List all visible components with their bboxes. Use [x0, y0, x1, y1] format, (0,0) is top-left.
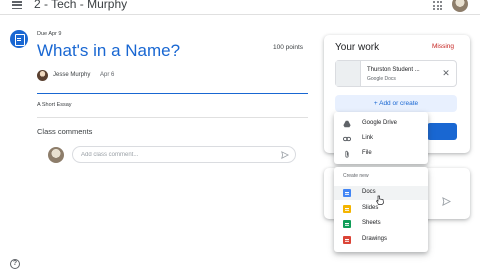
class-comment-input[interactable] — [81, 150, 271, 160]
help-icon[interactable]: ? — [10, 259, 20, 269]
posted-date: Apr 6 — [100, 72, 115, 78]
google-drive-icon — [343, 120, 351, 128]
attachment-card[interactable]: Thurston Student ... Google Docs ✕ — [335, 60, 457, 87]
sheets-icon — [343, 220, 351, 228]
create-new-menu: Create new Docs Slides Sheets Drawings — [334, 167, 428, 252]
menu-item-label: Slides — [362, 205, 379, 211]
assignment-description: A Short Essay — [37, 102, 72, 108]
assignment-points: 100 points — [273, 44, 303, 51]
hand-cursor-icon — [376, 195, 384, 205]
add-or-create-button[interactable]: + Add or create — [335, 95, 457, 112]
link-icon — [343, 136, 351, 142]
account-avatar[interactable] — [452, 0, 468, 12]
attachment-name: Thurston Student ... — [367, 67, 420, 73]
menu-item-label: File — [362, 150, 372, 156]
apps-grid-icon[interactable] — [433, 1, 442, 10]
menu-item-link[interactable]: Link — [334, 132, 428, 146]
menu-item-label: Sheets — [362, 220, 381, 226]
author-name: Jesse Murphy — [53, 72, 91, 78]
menu-item-drawings[interactable]: Drawings — [334, 233, 428, 247]
send-icon[interactable] — [281, 151, 289, 159]
status-badge: Missing — [432, 43, 455, 50]
menu-item-file[interactable]: File — [334, 147, 428, 161]
close-icon[interactable]: ✕ — [441, 68, 451, 78]
class-title[interactable]: 2 - Tech - Murphy — [34, 0, 127, 11]
top-bar: 2 - Tech - Murphy — [0, 0, 480, 14]
author-avatar — [37, 70, 48, 81]
description-divider — [37, 117, 308, 118]
header-divider — [0, 14, 480, 15]
add-menu: Google Drive Link File — [334, 112, 428, 164]
menu-item-label: Drawings — [362, 236, 388, 242]
commenter-avatar — [48, 147, 64, 163]
menu-item-label: Link — [362, 135, 374, 141]
docs-icon — [343, 189, 351, 197]
attachment-type: Google Docs — [367, 76, 396, 82]
hamburger-menu-icon[interactable] — [12, 1, 22, 10]
menu-item-google-drive[interactable]: Google Drive — [334, 117, 428, 131]
create-new-label: Create new — [343, 173, 369, 179]
assignment-title: What's in a Name? — [37, 41, 181, 60]
paperclip-icon — [345, 150, 349, 158]
your-work-title: Your work — [335, 42, 380, 53]
title-divider — [37, 93, 308, 94]
turn-in-button[interactable] — [427, 123, 457, 140]
slides-icon — [343, 205, 351, 213]
attachment-thumbnail — [336, 61, 361, 86]
drawings-icon — [343, 236, 351, 244]
class-comment-box — [72, 146, 296, 163]
menu-item-sheets[interactable]: Sheets — [334, 217, 428, 231]
due-date: Due Apr 9 — [37, 31, 62, 37]
menu-item-label: Google Drive — [362, 120, 398, 126]
assignment-icon — [10, 30, 28, 48]
menu-item-label: Docs — [362, 189, 376, 195]
class-comments-heading: Class comments — [37, 127, 93, 136]
send-icon[interactable] — [442, 197, 451, 206]
